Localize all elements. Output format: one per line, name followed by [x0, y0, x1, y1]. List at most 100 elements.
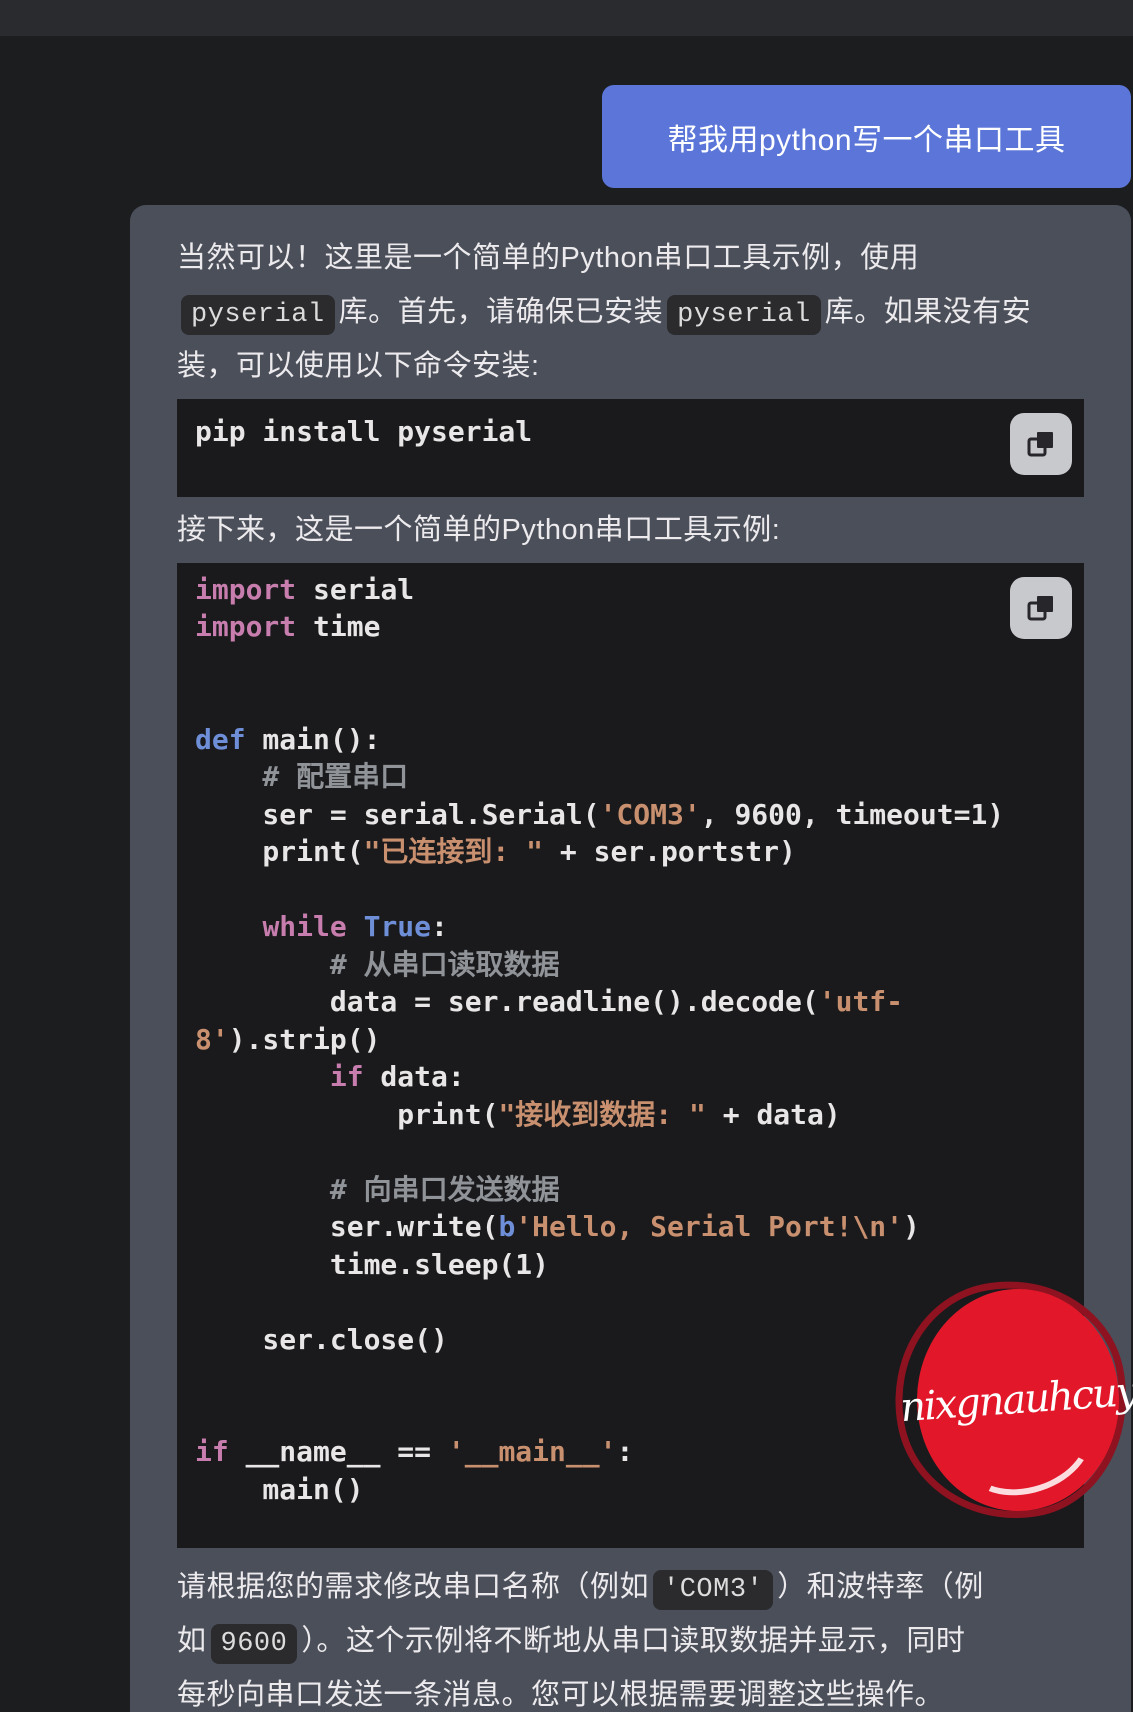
- text-segment: 如: [177, 1625, 207, 1657]
- code-token: :: [616, 1435, 634, 1468]
- code-token: pip install pyserial: [195, 415, 533, 448]
- code-content-pip: pip install pyserial: [195, 413, 1066, 451]
- assistant-paragraph-intro: 当然可以！这里是一个简单的Python串口工具示例，使用 pyserial 库。首先…: [177, 231, 1084, 393]
- code-line: # 向串口发送数据: [195, 1171, 1066, 1209]
- text-segment: 库。首先，请确保已安装: [338, 296, 664, 328]
- code-token: 'COM3': [599, 797, 701, 831]
- text-segment: 装，可以使用以下命令安装:: [177, 350, 540, 382]
- copy-icon: [1027, 432, 1053, 457]
- text-line: 装，可以使用以下命令安装:: [177, 339, 1084, 393]
- code-token: import: [195, 610, 297, 643]
- code-token: serial: [296, 572, 415, 606]
- code-token: main():: [245, 722, 381, 756]
- text-segment: 当然可以！这里是一个简单的Python串口工具示例，使用: [177, 242, 920, 274]
- user-message-bubble: 帮我用python写一个串口工具: [602, 85, 1131, 188]
- top-bar: [0, 0, 1133, 36]
- code-token: def: [195, 722, 246, 756]
- code-line: if data:: [195, 1058, 1066, 1096]
- code-token: time: [296, 610, 381, 643]
- code-token: ): [903, 1210, 920, 1243]
- code-line: ser = serial.Serial('COM3', 9600, timeou…: [195, 796, 1066, 834]
- text-line: 当然可以！这里是一个简单的Python串口工具示例，使用: [177, 231, 1084, 285]
- assistant-paragraph-outro: 请根据您的需求修改串口名称（例如 'COM3' ）和波特率（例如 9600 ）。这个示例…: [177, 1560, 1084, 1712]
- code-token: "接收到数据: ": [498, 1097, 706, 1131]
- user-message-text: 帮我用python写一个串口工具: [667, 123, 1066, 157]
- code-token: 'Hello, Serial Port!\n': [515, 1210, 904, 1243]
- inline-code: pyserial: [667, 295, 821, 335]
- code-token: '__main__': [447, 1435, 617, 1468]
- code-token: main(): [195, 1472, 364, 1506]
- text-segment: 每秒向串口发送一条消息。您可以根据需要调整这些操作。: [177, 1679, 945, 1711]
- text-segment: ）。这个示例将不断地从串口读取数据并显示，同时: [301, 1625, 966, 1657]
- text-line: 每秒向串口发送一条消息。您可以根据需要调整这些操作。: [177, 1668, 1084, 1712]
- code-line: import time: [195, 608, 1066, 646]
- code-token: # 配置串口: [195, 760, 409, 793]
- code-line: ser.close(): [195, 1321, 1066, 1359]
- code-line: # 配置串口: [195, 758, 1066, 796]
- code-token: if: [195, 1435, 229, 1468]
- code-token: + data): [705, 1097, 841, 1131]
- lead-text: 接下来，这是一个简单的Python串口工具示例:: [177, 513, 781, 546]
- code-token: import: [195, 572, 297, 606]
- code-token: # 向串口发送数据: [195, 1172, 560, 1206]
- copy-icon: [1027, 595, 1053, 620]
- code-token: + ser.portstr): [543, 835, 796, 868]
- inline-code: 9600: [210, 1624, 298, 1664]
- inline-code: pyserial: [181, 295, 335, 335]
- text-segment: 库。如果没有安: [824, 296, 1032, 328]
- code-token: "已连接到: ": [363, 835, 544, 868]
- text-line: pyserial 库。首先，请确保已安装 pyserial 库。如果没有安: [177, 285, 1084, 339]
- code-line: # 从串口读取数据: [195, 946, 1066, 984]
- code-token: data = ser.readline().decode(: [195, 985, 819, 1018]
- code-token: ).strip(): [228, 1022, 381, 1056]
- code-token: __name__ ==: [228, 1435, 448, 1468]
- copy-button-pip[interactable]: [1010, 413, 1072, 475]
- code-content-python: import serial import time def main(): # 配置…: [195, 571, 1066, 1509]
- code-token: print(: [195, 835, 364, 868]
- code-line: data = ser.readline().decode('utf-: [195, 983, 1066, 1021]
- inline-code: 'COM3': [653, 1570, 774, 1610]
- code-line: ser.write(b'Hello, Serial Port!\n'): [195, 1208, 1066, 1246]
- text-segment: 请根据您的需求修改串口名称（例如: [177, 1571, 650, 1603]
- code-line: time.sleep(1): [195, 1246, 1066, 1284]
- code-token: True: [363, 910, 432, 943]
- code-line: while True:: [195, 908, 1066, 946]
- code-block-python: import serial import time def main(): # 配置…: [177, 562, 1084, 1548]
- code-token: 8': [195, 1022, 229, 1056]
- text-segment: ）和波特率（例: [777, 1571, 984, 1603]
- code-token: ser.close(): [195, 1322, 448, 1356]
- code-line: print("已连接到: " + ser.portstr): [195, 833, 1066, 871]
- code-token: data:: [363, 1060, 465, 1093]
- code-line: def main():: [195, 721, 1066, 759]
- code-token: b: [498, 1210, 516, 1243]
- code-line: print("接收到数据: " + data): [195, 1096, 1066, 1134]
- code-token: if: [329, 1060, 364, 1093]
- copy-button-python[interactable]: [1010, 576, 1072, 639]
- code-line: if __name__ == '__main__':: [195, 1433, 1066, 1471]
- code-token: :: [431, 910, 448, 943]
- code-line: import serial: [195, 571, 1066, 609]
- code-token: while: [262, 910, 347, 943]
- code-block-pip: pip install pyserial: [177, 399, 1084, 497]
- text-line: 请根据您的需求修改串口名称（例如 'COM3' ）和波特率（例: [177, 1560, 1084, 1614]
- assistant-message-card: 当然可以！这里是一个简单的Python串口工具示例，使用 pyserial 库。首先…: [130, 205, 1131, 1712]
- code-token: ser = serial.Serial(: [195, 797, 600, 831]
- code-token: time.sleep(1): [195, 1247, 550, 1281]
- code-token: 'utf-: [818, 985, 904, 1018]
- code-token: # 从串口读取数据: [195, 947, 560, 981]
- text-line: 如 9600 ）。这个示例将不断地从串口读取数据并显示，同时: [177, 1614, 1084, 1668]
- code-line: pip install pyserial: [195, 413, 1066, 451]
- code-token: print(: [195, 1097, 499, 1131]
- code-token: ser.write(: [195, 1210, 499, 1243]
- code-token: , 9600, timeout=1): [700, 797, 1005, 831]
- assistant-paragraph-lead: 接下来，这是一个简单的Python串口工具示例:: [177, 503, 1084, 557]
- code-line: 8').strip(): [195, 1021, 1066, 1059]
